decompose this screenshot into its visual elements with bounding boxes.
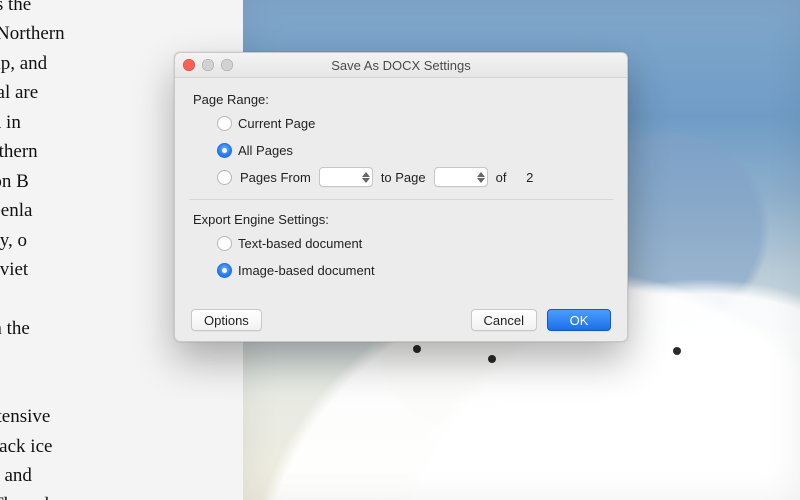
- radio-current-page-row[interactable]: Current Page: [217, 113, 609, 133]
- radio-text-based-label: Text-based document: [238, 236, 362, 251]
- radio-text-based-row[interactable]: Text-based document: [217, 233, 609, 253]
- of-label: of: [496, 170, 507, 185]
- options-button[interactable]: Options: [191, 309, 262, 331]
- pages-to-select[interactable]: [434, 167, 488, 187]
- dialog-title: Save As DOCX Settings: [331, 58, 470, 73]
- chevron-updown-icon: [362, 172, 370, 183]
- radio-pages-from-row[interactable]: Pages From to Page: [217, 167, 609, 187]
- radio-pages-from-label: Pages From: [240, 170, 311, 185]
- radio-all-pages-label: All Pages: [238, 143, 293, 158]
- page-range-label: Page Range:: [193, 92, 609, 107]
- chevron-updown-icon: [477, 172, 485, 183]
- document-background: Nanuuq," as the only in the Northern arc…: [0, 0, 800, 500]
- radio-current-page-label: Current Page: [238, 116, 315, 131]
- ok-button[interactable]: OK: [547, 309, 611, 331]
- radio-image-based[interactable]: [217, 263, 232, 278]
- radio-all-pages[interactable]: [217, 143, 232, 158]
- radio-all-pages-row[interactable]: All Pages: [217, 140, 609, 160]
- page-range-group: Current Page All Pages Pages From: [193, 113, 609, 187]
- divider: [189, 199, 613, 200]
- export-engine-group: Text-based document Image-based document: [193, 233, 609, 280]
- radio-image-based-label: Image-based document: [238, 263, 375, 278]
- window-controls: [183, 59, 233, 71]
- minimize-icon: [202, 59, 214, 71]
- radio-image-based-row[interactable]: Image-based document: [217, 260, 609, 280]
- pages-from-select[interactable]: [319, 167, 373, 187]
- radio-current-page[interactable]: [217, 116, 232, 131]
- close-icon[interactable]: [183, 59, 195, 71]
- to-page-label: to Page: [381, 170, 426, 185]
- export-engine-label: Export Engine Settings:: [193, 212, 609, 227]
- save-as-docx-dialog: Save As DOCX Settings Page Range: Curren…: [174, 52, 628, 342]
- dialog-footer: Options Cancel OK: [175, 309, 627, 331]
- radio-text-based[interactable]: [217, 236, 232, 251]
- maximize-icon: [221, 59, 233, 71]
- cancel-button[interactable]: Cancel: [471, 309, 537, 331]
- radio-pages-from[interactable]: [217, 170, 232, 185]
- dialog-titlebar: Save As DOCX Settings: [175, 53, 627, 78]
- dialog-body: Page Range: Current Page All Pages Pages…: [175, 78, 627, 292]
- total-pages: 2: [526, 170, 533, 185]
